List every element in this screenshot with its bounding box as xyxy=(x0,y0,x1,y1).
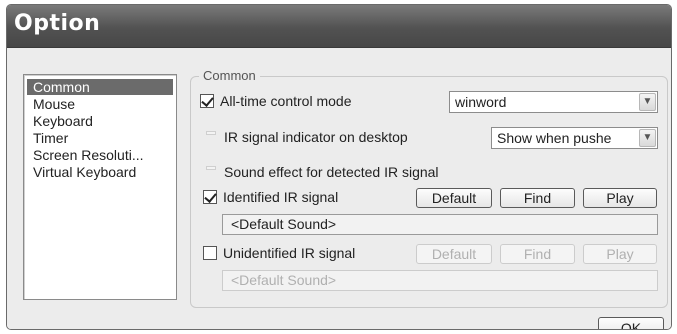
unidentified-default-button[interactable]: Default xyxy=(416,244,492,264)
unidentified-play-button[interactable]: Play xyxy=(583,244,657,264)
category-list[interactable]: Common Mouse Keyboard Timer Screen Resol… xyxy=(23,74,177,300)
unidentified-find-button[interactable]: Find xyxy=(500,244,575,264)
nav-item-common[interactable]: Common xyxy=(27,79,173,95)
sound-effect-checkbox[interactable] xyxy=(206,166,216,170)
identified-label: Identified IR signal xyxy=(223,189,339,205)
sound-effect-label: Sound effect for detected IR signal xyxy=(224,164,439,180)
unidentified-sound-field[interactable]: <Default Sound> xyxy=(222,270,658,291)
alltime-label: All-time control mode xyxy=(220,93,352,109)
nav-item-virtual-keyboard[interactable]: Virtual Keyboard xyxy=(27,164,173,180)
ok-button[interactable]: OK xyxy=(598,317,664,329)
identified-checkbox[interactable] xyxy=(203,190,217,204)
identified-play-button[interactable]: Play xyxy=(583,188,657,208)
identified-default-button[interactable]: Default xyxy=(416,188,492,208)
indicator-mode-select[interactable]: Show when pushe ▼ xyxy=(491,127,658,149)
unidentified-label: Unidentified IR signal xyxy=(223,245,356,261)
chevron-down-icon[interactable]: ▼ xyxy=(639,93,656,111)
dialog-client: Common Mouse Keyboard Timer Screen Resol… xyxy=(7,49,671,329)
alltime-app-value: winword xyxy=(455,94,507,110)
indicator-checkbox[interactable] xyxy=(206,131,216,135)
indicator-mode-value: Show when pushe xyxy=(497,130,612,146)
alltime-app-select[interactable]: winword ▼ xyxy=(449,91,658,113)
nav-item-screen-resolution[interactable]: Screen Resoluti... xyxy=(27,147,173,163)
nav-item-timer[interactable]: Timer xyxy=(27,130,173,146)
alltime-checkbox[interactable] xyxy=(200,94,214,108)
window-title: Option xyxy=(14,11,101,36)
identified-sound-field[interactable]: <Default Sound> xyxy=(222,214,658,235)
group-legend: Common xyxy=(199,68,260,83)
title-bar[interactable]: Option xyxy=(7,5,671,48)
chevron-down-icon[interactable]: ▼ xyxy=(639,129,656,147)
identified-find-button[interactable]: Find xyxy=(500,188,575,208)
nav-item-mouse[interactable]: Mouse xyxy=(27,96,173,112)
unidentified-checkbox[interactable] xyxy=(203,246,217,260)
nav-item-keyboard[interactable]: Keyboard xyxy=(27,113,173,129)
option-window: Option Common Mouse Keyboard Timer Scree… xyxy=(6,4,672,330)
indicator-label: IR signal indicator on desktop xyxy=(224,129,408,145)
